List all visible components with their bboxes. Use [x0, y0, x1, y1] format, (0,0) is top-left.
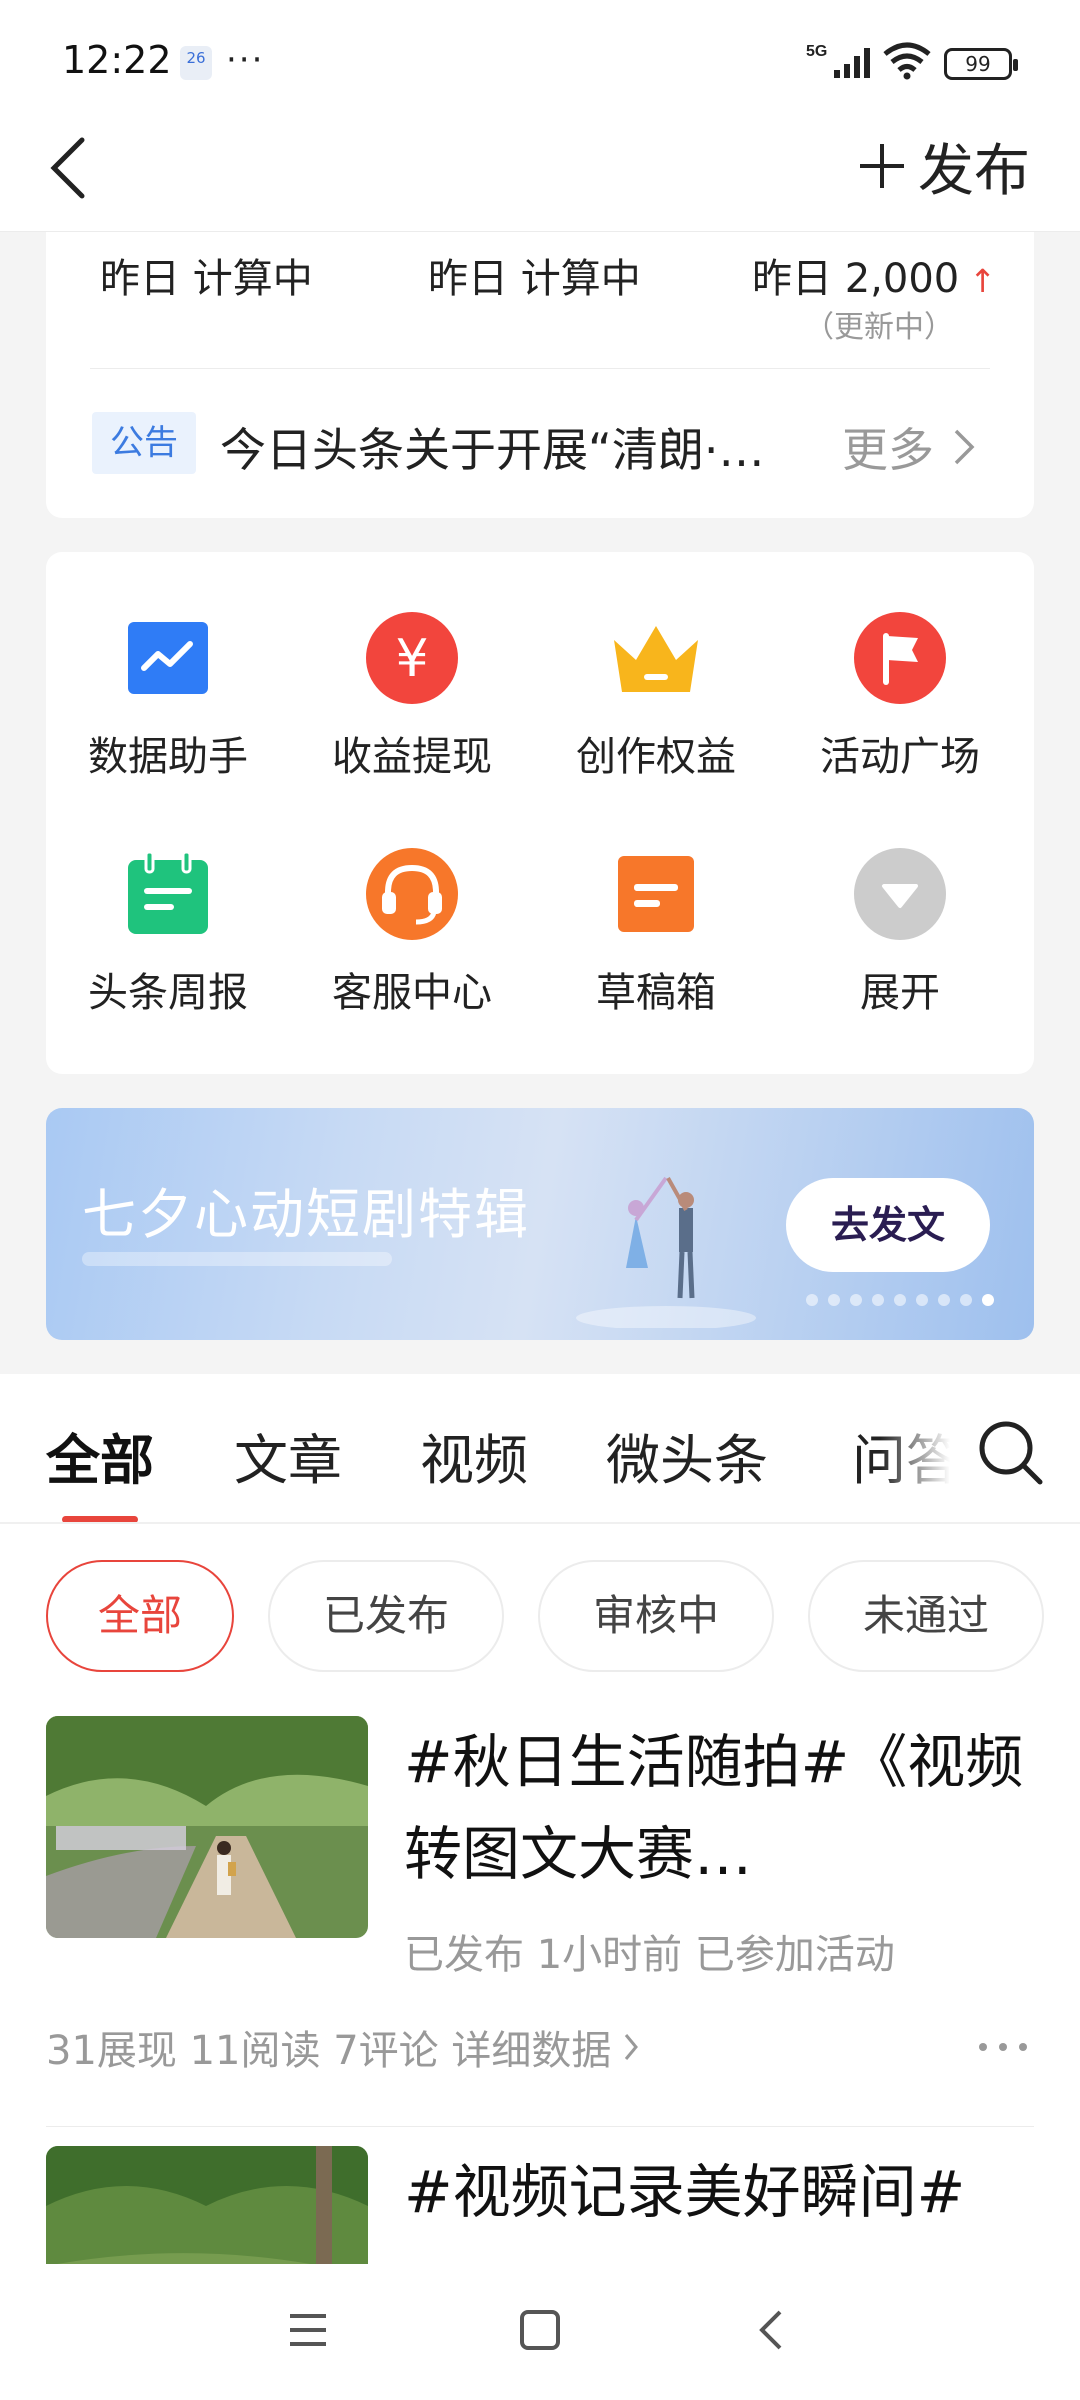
- signal-icon: 5G: [806, 43, 870, 78]
- tools-grid: 数据助手 ¥ 收益提现 创作权益 活动广场 头条周报 客服中心 草稿箱 展开: [46, 552, 1034, 1074]
- pagination-dot: [960, 1294, 972, 1306]
- tab-all[interactable]: 全部: [46, 1416, 154, 1495]
- back-icon[interactable]: [756, 2306, 786, 2354]
- tool-label: 客服中心: [332, 970, 492, 1016]
- filter-published[interactable]: 已发布: [268, 1560, 504, 1672]
- tool-data-assistant[interactable]: 数据助手: [46, 610, 290, 782]
- pagination-dot: [850, 1294, 862, 1306]
- expand-icon: [854, 848, 946, 940]
- notice-tag: 公告: [92, 412, 196, 474]
- flag-icon: [854, 612, 946, 704]
- post-stats-text: 31展现 11阅读 7评论 详细数据: [46, 2028, 612, 2074]
- post-title[interactable]: #秋日生活随拍#《视频转图文大赛…: [404, 1716, 1024, 1900]
- content-list: 全部 文章 视频 微头条 问答 全部 已发布 审核中 未通过 #秋日生活随拍#《…: [0, 1374, 1080, 2264]
- tab-micro-posts[interactable]: 微头条: [606, 1416, 768, 1495]
- post-thumbnail[interactable]: [46, 2146, 368, 2264]
- dancing-couple-illustration: [576, 1176, 756, 1328]
- promo-banner[interactable]: 七夕心动短剧特辑 去发文: [46, 1108, 1034, 1340]
- stat-yesterday-1: 昨日 计算中: [100, 256, 313, 302]
- status-time: 12:22: [62, 38, 172, 82]
- banner-subtitle-blur: [82, 1252, 392, 1266]
- chevron-right-icon: [954, 429, 975, 465]
- stat-yesterday-2: 昨日 计算中: [428, 256, 641, 302]
- tool-label: 草稿箱: [596, 970, 716, 1016]
- search-icon[interactable]: [976, 1418, 1044, 1486]
- pagination-dot: [828, 1294, 840, 1306]
- pagination-dot: [894, 1294, 906, 1306]
- filter-under-review[interactable]: 审核中: [538, 1560, 774, 1672]
- divider: [46, 2126, 1034, 2127]
- banner-title: 七夕心动短剧特辑: [82, 1183, 530, 1246]
- draft-icon: [618, 856, 694, 932]
- tool-drafts[interactable]: 草稿箱: [534, 846, 778, 1018]
- pagination-dot: [938, 1294, 950, 1306]
- stats-card: 昨日 计算中 昨日 计算中 昨日 2,000 ↑ （更新中） 公告 今日头条关于开…: [46, 232, 1034, 518]
- tool-earnings[interactable]: ¥ 收益提现: [290, 610, 534, 782]
- tool-label: 收益提现: [332, 734, 492, 780]
- back-arrow-icon[interactable]: [44, 132, 92, 204]
- stat-yesterday-3-value: 昨日 2,000: [752, 256, 960, 302]
- divider: [90, 368, 990, 369]
- system-nav-bar: [0, 2264, 1080, 2400]
- divider: [0, 1522, 1080, 1524]
- crown-icon: [614, 626, 698, 692]
- tab-fade: [880, 1404, 980, 1494]
- menu-icon[interactable]: [286, 2308, 330, 2352]
- trend-up-icon: ↑: [969, 262, 997, 300]
- list-item[interactable]: #秋日生活随拍#《视频转图文大赛… 已发布 1小时前 已参加活动 31展现 11…: [0, 1716, 1080, 2136]
- filter-all[interactable]: 全部: [46, 1560, 234, 1672]
- tool-label: 创作权益: [576, 734, 736, 780]
- stat-yesterday-3: 昨日 2,000 ↑: [752, 246, 996, 304]
- post-thumbnail[interactable]: [46, 1716, 368, 1938]
- notice-more-label: 更多: [842, 423, 934, 477]
- tab-videos[interactable]: 视频: [420, 1416, 528, 1495]
- publish-label: 发布: [918, 138, 1030, 204]
- yen-icon: ¥: [366, 612, 458, 704]
- pagination-dot: [916, 1294, 928, 1306]
- post-meta: 已发布 1小时前 已参加活动: [404, 1932, 895, 1978]
- battery-icon: 99: [944, 48, 1018, 80]
- pagination-dot: [806, 1294, 818, 1306]
- pagination-dot-active: [982, 1294, 994, 1306]
- plus-icon: [860, 144, 904, 188]
- filter-rejected[interactable]: 未通过: [808, 1560, 1044, 1672]
- notice-more-link[interactable]: 更多: [842, 414, 976, 480]
- tab-articles[interactable]: 文章: [234, 1416, 342, 1495]
- chart-icon: [128, 622, 208, 694]
- calendar-notification-icon: 26: [180, 46, 212, 80]
- tool-customer-service[interactable]: 客服中心: [290, 846, 534, 1018]
- list-item[interactable]: #视频记录美好瞬间#: [0, 2146, 1080, 2264]
- tool-label: 头条周报: [88, 970, 248, 1016]
- tool-weekly-report[interactable]: 头条周报: [46, 846, 290, 1018]
- svg-text:5G: 5G: [806, 43, 827, 60]
- tool-expand[interactable]: 展开: [778, 846, 1022, 1018]
- tool-label: 数据助手: [88, 734, 248, 780]
- more-notifications-icon: ···: [226, 40, 265, 80]
- post-title[interactable]: #视频记录美好瞬间#: [404, 2146, 1024, 2238]
- home-icon[interactable]: [518, 2308, 562, 2352]
- status-bar: 12:22 26 ··· 5G 99: [0, 0, 1080, 128]
- tool-label: 活动广场: [820, 734, 980, 780]
- banner-post-button[interactable]: 去发文: [786, 1178, 990, 1272]
- stat-updating-note: （更新中）: [804, 310, 954, 345]
- tool-activity-square[interactable]: 活动广场: [778, 610, 1022, 782]
- pagination-dot: [872, 1294, 884, 1306]
- notice-text[interactable]: 今日头条关于开展“清朗·…: [220, 414, 840, 480]
- svg-text:¥: ¥: [395, 629, 428, 689]
- top-nav: 发布: [0, 128, 1080, 232]
- more-options-icon[interactable]: [976, 2040, 1030, 2054]
- post-stats[interactable]: 31展现 11阅读 7评论 详细数据: [46, 2018, 639, 2076]
- wifi-icon: [883, 42, 931, 80]
- chevron-right-icon: [625, 2034, 639, 2060]
- tool-label: 展开: [860, 970, 940, 1016]
- banner-pagination: [806, 1294, 994, 1306]
- calendar-icon: [128, 850, 208, 934]
- publish-button[interactable]: 发布: [856, 128, 1030, 204]
- headset-icon: [366, 848, 458, 940]
- tool-creator-rights[interactable]: 创作权益: [534, 610, 778, 782]
